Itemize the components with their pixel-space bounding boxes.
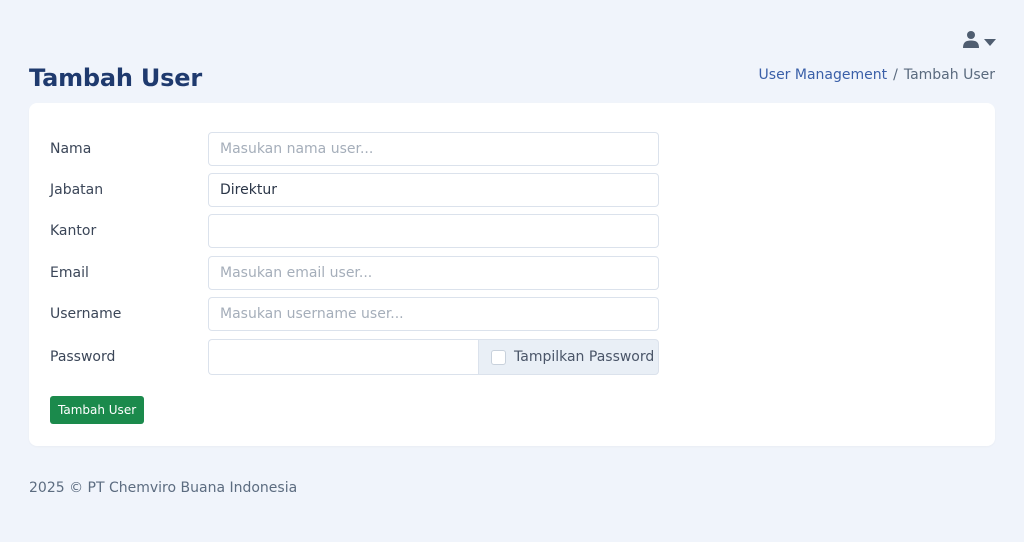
- username-input[interactable]: [208, 297, 659, 331]
- row-username: Username: [50, 297, 659, 331]
- email-input[interactable]: [208, 256, 659, 290]
- form-card: Nama Jabatan Kantor Email Username Passw…: [29, 103, 995, 446]
- nama-input[interactable]: [208, 132, 659, 166]
- show-password-checkbox[interactable]: [491, 349, 506, 365]
- row-password: Password Tampilkan Password: [50, 339, 659, 375]
- breadcrumb-separator: /: [893, 67, 898, 83]
- page-title: Tambah User: [29, 64, 202, 92]
- row-nama: Nama: [50, 132, 659, 166]
- username-label: Username: [50, 306, 122, 322]
- breadcrumb: User Management / Tambah User: [759, 67, 995, 83]
- password-label: Password: [50, 349, 116, 365]
- footer-copyright: 2025 © PT Chemviro Buana Indonesia: [29, 480, 298, 496]
- kantor-label: Kantor: [50, 223, 97, 239]
- kantor-input[interactable]: [208, 214, 659, 248]
- show-password-label: Tampilkan Password: [514, 349, 655, 365]
- row-kantor: Kantor: [50, 214, 659, 248]
- jabatan-label: Jabatan: [50, 182, 104, 198]
- show-password-toggle[interactable]: Tampilkan Password: [478, 339, 659, 375]
- nama-label: Nama: [50, 141, 92, 157]
- caret-down-icon: [984, 32, 996, 51]
- row-jabatan: Jabatan: [50, 173, 659, 207]
- password-group: Tampilkan Password: [208, 339, 659, 375]
- email-label: Email: [50, 265, 89, 281]
- breadcrumb-user-management[interactable]: User Management: [759, 67, 888, 83]
- breadcrumb-current: Tambah User: [903, 67, 995, 83]
- password-input[interactable]: [208, 339, 478, 375]
- page-header: Tambah User User Management / Tambah Use…: [29, 64, 995, 92]
- row-email: Email: [50, 256, 659, 290]
- user-icon: [962, 30, 980, 52]
- tambah-user-button[interactable]: Tambah User: [50, 396, 145, 424]
- jabatan-input[interactable]: [208, 173, 659, 207]
- user-menu[interactable]: [962, 30, 996, 52]
